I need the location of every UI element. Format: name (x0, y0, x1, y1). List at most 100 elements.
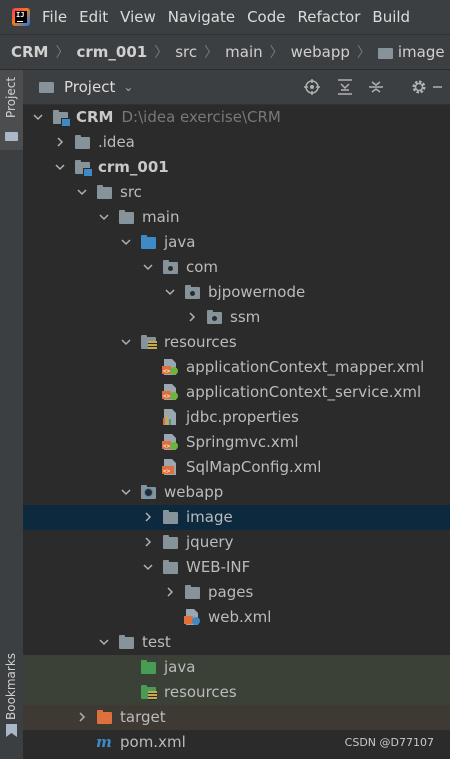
project-tool-tab[interactable]: Project (0, 70, 23, 150)
tree-row-label: jdbc.properties (186, 408, 299, 426)
tree-row[interactable]: src (23, 180, 450, 205)
web-xml-icon (184, 609, 201, 625)
minimize-icon[interactable] (433, 78, 443, 96)
tree-row[interactable]: crm_001 (23, 155, 450, 180)
tree-row[interactable]: <> applicationContext_mapper.xml (23, 355, 450, 380)
menu-code[interactable]: Code (247, 8, 285, 26)
svg-text:m: m (96, 734, 112, 750)
menu-navigate[interactable]: Navigate (168, 8, 235, 26)
menu-view[interactable]: View (120, 8, 156, 26)
chevron-right-icon: 〉 (154, 45, 169, 61)
intellij-logo-icon[interactable]: IJ (12, 8, 30, 26)
folder-icon (74, 134, 91, 150)
tree-row-label: image (186, 508, 233, 526)
tree-row-label: java (164, 233, 196, 251)
folder-icon (5, 132, 18, 141)
chevron-down-icon[interactable] (165, 287, 175, 297)
svg-text:<>: <> (163, 443, 171, 450)
tree-row[interactable]: image (23, 505, 450, 530)
menu-edit[interactable]: Edit (79, 8, 108, 26)
tree-row[interactable]: webapp (23, 480, 450, 505)
tree-row[interactable]: bjpowernode (23, 280, 450, 305)
tree-row[interactable]: main (23, 205, 450, 230)
tree-row-label: jquery (186, 533, 234, 551)
menu-refactor[interactable]: Refactor (297, 8, 360, 26)
maven-icon: m (96, 733, 113, 751)
tree-row[interactable]: .idea (23, 130, 450, 155)
folder-icon (118, 634, 135, 650)
chevron-down-icon[interactable] (121, 487, 131, 497)
tree-row[interactable]: test (23, 630, 450, 655)
folder-icon (162, 534, 179, 550)
chevron-down-icon[interactable] (99, 637, 109, 647)
tree-row[interactable]: ssm (23, 305, 450, 330)
tree-row-label: crm_001 (98, 158, 169, 176)
tree-row[interactable]: <> SqlMapConfig.xml (23, 455, 450, 480)
tree-row-label: applicationContext_mapper.xml (186, 358, 425, 376)
menu-bar: IJ File Edit View Navigate Code Refactor… (0, 0, 450, 34)
chevron-down-icon[interactable] (121, 237, 131, 247)
tree-row[interactable]: jdbc.properties (23, 405, 450, 430)
tree-row[interactable]: jquery (23, 530, 450, 555)
panel-title[interactable]: Project (64, 78, 115, 96)
tree-row[interactable]: pages (23, 580, 450, 605)
tree-row-label: ssm (230, 308, 261, 326)
left-tool-strip: Project Bookmarks (0, 70, 24, 759)
tree-row[interactable]: java (23, 655, 450, 680)
breadcrumb-item-image[interactable]: image (398, 43, 445, 61)
tree-row[interactable]: resources (23, 330, 450, 355)
tree-row[interactable]: CRM D:\idea exercise\CRM (23, 105, 450, 130)
tree-row-label: applicationContext_service.xml (186, 383, 422, 401)
svg-text:<>: <> (163, 393, 171, 400)
expand-all-icon[interactable] (336, 78, 354, 96)
bookmark-icon (6, 724, 17, 737)
project-tool-tab-label: Project (4, 76, 18, 118)
chevron-right-icon: 〉 (269, 45, 284, 61)
chevron-right-icon[interactable] (165, 587, 175, 597)
tree-row-label: com (186, 258, 219, 276)
tree-row[interactable]: <> applicationContext_service.xml (23, 380, 450, 405)
package-icon (162, 259, 179, 275)
tree-row-label: web.xml (208, 608, 272, 626)
collapse-all-icon[interactable] (367, 78, 385, 96)
breadcrumb-item-src[interactable]: src (175, 43, 197, 61)
menu-build[interactable]: Build (372, 8, 410, 26)
chevron-down-icon[interactable] (121, 337, 131, 347)
tree-row[interactable]: com (23, 255, 450, 280)
spring-xml-icon: <> (162, 384, 179, 400)
tree-row[interactable]: java (23, 230, 450, 255)
breadcrumb-item-webapp[interactable]: webapp (291, 43, 350, 61)
chevron-right-icon[interactable] (187, 312, 197, 322)
package-icon (184, 284, 201, 300)
chevron-down-icon[interactable] (143, 562, 153, 572)
chevron-down-icon[interactable] (99, 212, 109, 222)
tree-row-label: test (142, 633, 171, 651)
locate-icon[interactable] (303, 78, 321, 96)
breadcrumb-item-crm[interactable]: CRM (11, 43, 49, 61)
chevron-right-icon[interactable] (77, 712, 87, 722)
chevron-down-icon[interactable] (143, 262, 153, 272)
tree-row[interactable]: resources (23, 680, 450, 705)
tree-row[interactable]: web.xml (23, 605, 450, 630)
chevron-right-icon[interactable] (143, 537, 153, 547)
chevron-down-icon[interactable] (55, 162, 65, 172)
chevron-down-icon[interactable]: ⌄ (123, 80, 133, 94)
chevron-right-icon[interactable] (143, 512, 153, 522)
chevron-down-icon[interactable] (77, 187, 87, 197)
tree-row[interactable]: <> Springmvc.xml (23, 430, 450, 455)
menu-file[interactable]: File (42, 8, 67, 26)
tree-row-label: src (120, 183, 142, 201)
gear-icon[interactable] (410, 78, 428, 96)
tree-row[interactable]: WEB-INF (23, 555, 450, 580)
tree-row-label: SqlMapConfig.xml (186, 458, 322, 476)
folder-icon (377, 47, 393, 59)
breadcrumb-item-main[interactable]: main (225, 43, 262, 61)
breadcrumb-item-crm-001[interactable]: crm_001 (77, 43, 148, 61)
chevron-down-icon[interactable] (33, 112, 43, 122)
tree-row-label: WEB-INF (186, 558, 251, 576)
tree-row[interactable]: target (23, 705, 450, 730)
chevron-right-icon: 〉 (356, 45, 371, 61)
watermark: CSDN @D77107 (344, 736, 434, 749)
bookmarks-tool-tab[interactable]: Bookmarks (0, 640, 23, 740)
chevron-right-icon[interactable] (55, 137, 65, 147)
